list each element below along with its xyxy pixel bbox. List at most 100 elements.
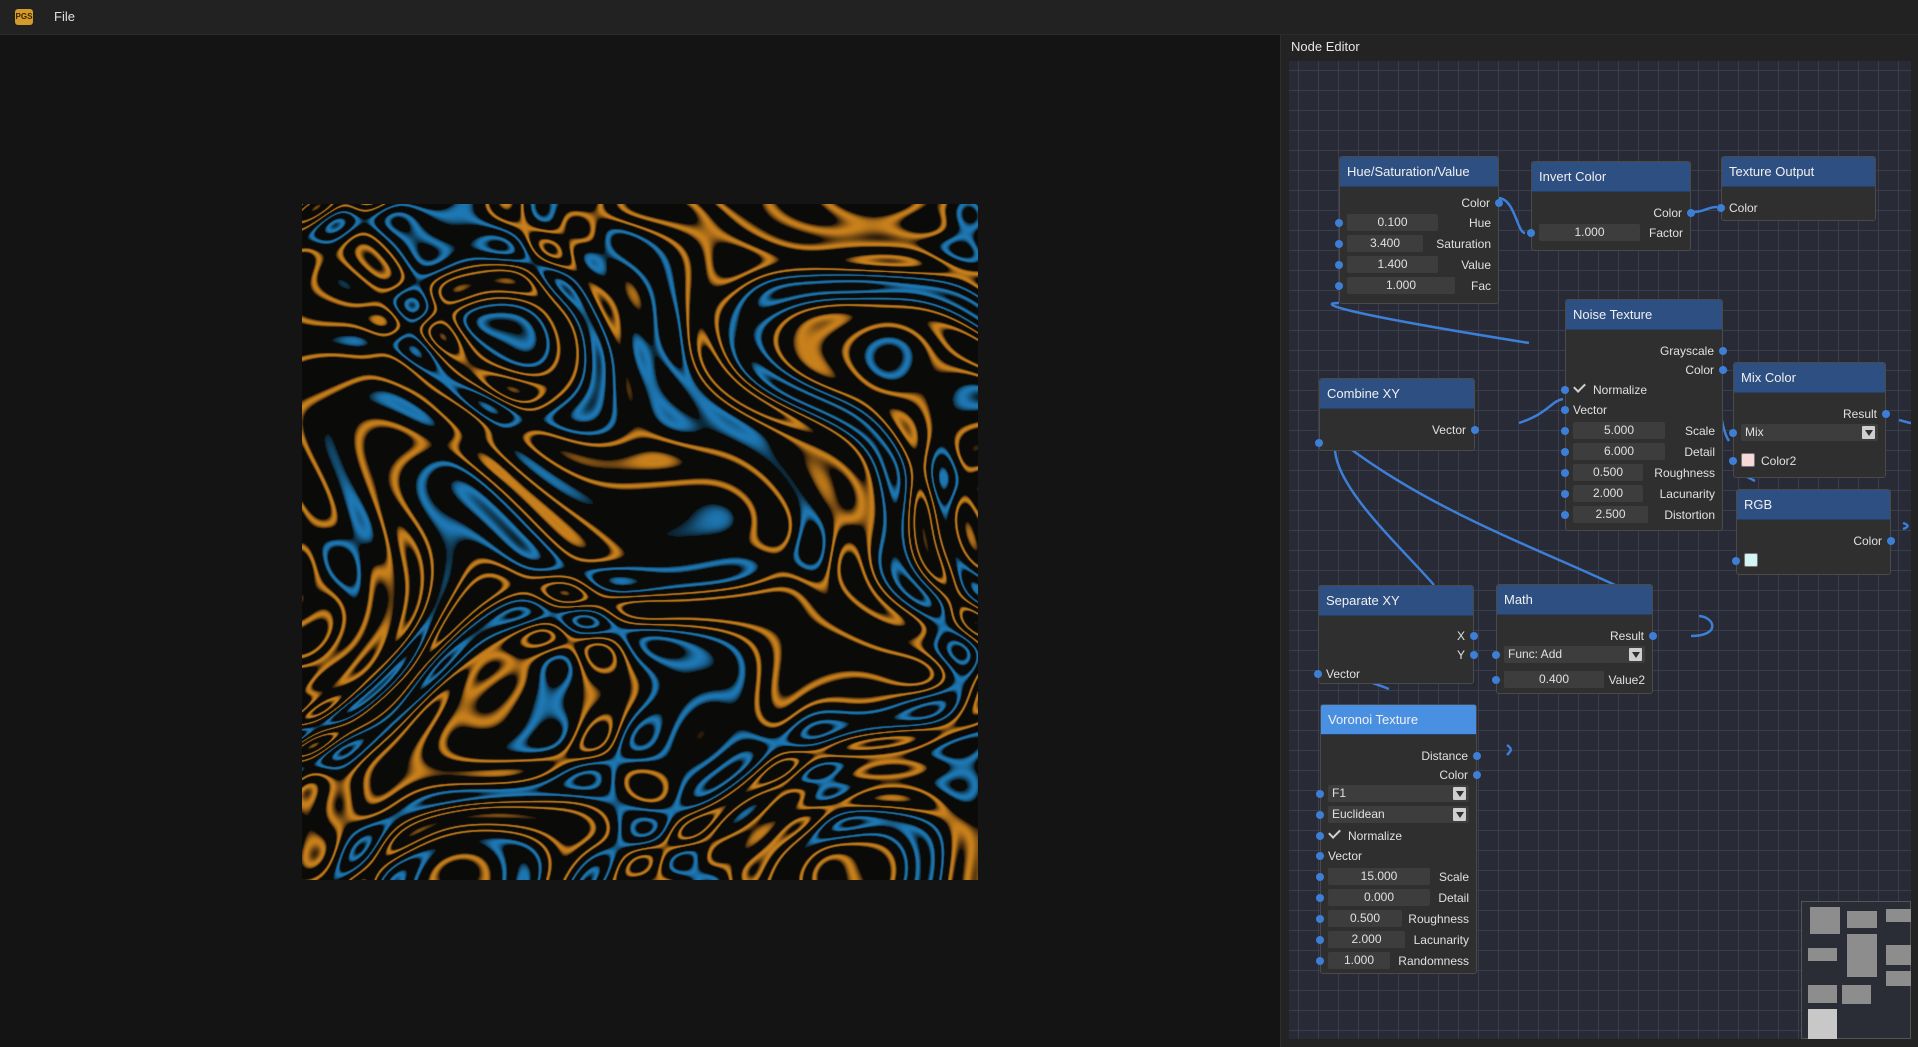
socket-in-output-color[interactable] xyxy=(1717,204,1725,212)
socket-in-voronoi-normalize[interactable] xyxy=(1316,832,1324,840)
socket-out-noise-grayscale[interactable] xyxy=(1719,347,1727,355)
voronoi-feature-dropdown[interactable]: F1 xyxy=(1328,785,1469,802)
normalize-check-icon[interactable] xyxy=(1328,826,1341,839)
noise-roughness-field[interactable]: 0.500 xyxy=(1573,464,1643,481)
socket-in-math-value1[interactable] xyxy=(1492,651,1500,659)
hsv-saturation-field[interactable]: 3.400 xyxy=(1347,235,1423,252)
node-voronoi-texture[interactable]: Voronoi Texture Distance Color F1 Euclid… xyxy=(1316,704,1481,974)
socket-in-voronoi-lacunarity[interactable] xyxy=(1316,936,1324,944)
rgb-color-swatch[interactable] xyxy=(1744,553,1758,567)
socket-in-hsv-hue[interactable] xyxy=(1335,219,1343,227)
socket-in-hsv-fac[interactable] xyxy=(1335,282,1343,290)
node-invert-title[interactable]: Invert Color xyxy=(1532,162,1690,192)
math-func-dropdown[interactable]: Func: Add xyxy=(1504,646,1645,663)
socket-in-mix-factor[interactable] xyxy=(1729,429,1737,437)
socket-in-hsv-saturation[interactable] xyxy=(1335,240,1343,248)
hsv-value-field[interactable]: 1.400 xyxy=(1347,256,1438,273)
voronoi-roughness-field[interactable]: 0.500 xyxy=(1328,910,1402,927)
hsv-hue-field[interactable]: 0.100 xyxy=(1347,214,1438,231)
chevron-down-icon[interactable] xyxy=(1453,808,1466,821)
node-mix-title[interactable]: Mix Color xyxy=(1734,363,1885,393)
node-separate-xy[interactable]: Separate XY X Y Vector xyxy=(1314,585,1478,684)
socket-in-hsv-value[interactable] xyxy=(1335,261,1343,269)
socket-in-noise-detail[interactable] xyxy=(1561,448,1569,456)
socket-in-noise-vector[interactable] xyxy=(1561,406,1569,414)
node-separate-title[interactable]: Separate XY xyxy=(1319,586,1473,616)
node-output-title[interactable]: Texture Output xyxy=(1722,157,1875,187)
voronoi-randomness-field[interactable]: 1.000 xyxy=(1328,952,1390,969)
invert-factor-field[interactable]: 1.000 xyxy=(1539,224,1640,241)
noise-distortion-field[interactable]: 2.500 xyxy=(1573,506,1648,523)
socket-out-noise-color[interactable] xyxy=(1719,366,1727,374)
socket-in-voronoi-feature[interactable] xyxy=(1316,790,1324,798)
socket-out-separate-y[interactable] xyxy=(1470,651,1478,659)
socket-in-mix-color2[interactable] xyxy=(1729,457,1737,465)
separate-out-y: Y xyxy=(1456,648,1465,662)
node-hsv[interactable]: Hue/Saturation/Value Color 0.100 Hue 3.40… xyxy=(1335,156,1503,304)
socket-out-voronoi-distance[interactable] xyxy=(1473,752,1481,760)
noise-lacunarity-field[interactable]: 2.000 xyxy=(1573,485,1643,502)
chevron-down-icon[interactable] xyxy=(1629,648,1642,661)
socket-in-voronoi-detail[interactable] xyxy=(1316,894,1324,902)
node-canvas[interactable]: Hue/Saturation/Value Color 0.100 Hue 3.40… xyxy=(1289,61,1911,1039)
minimap-viewport[interactable] xyxy=(1808,1009,1837,1039)
node-rgb[interactable]: RGB Color xyxy=(1732,489,1895,575)
socket-out-math-result[interactable] xyxy=(1649,632,1657,640)
socket-in-voronoi-roughness[interactable] xyxy=(1316,915,1324,923)
voronoi-lacunarity-field[interactable]: 2.000 xyxy=(1328,931,1405,948)
socket-in-voronoi-vector[interactable] xyxy=(1316,852,1324,860)
node-combine-title[interactable]: Combine XY xyxy=(1320,379,1474,409)
socket-out-rgb-color[interactable] xyxy=(1887,537,1895,545)
socket-in-noise-roughness[interactable] xyxy=(1561,469,1569,477)
socket-in-noise-distortion[interactable] xyxy=(1561,511,1569,519)
node-minimap[interactable] xyxy=(1801,901,1911,1039)
node-noise-texture[interactable]: Noise Texture Grayscale Color Normalize … xyxy=(1561,299,1727,531)
socket-in-math-value2[interactable] xyxy=(1492,676,1500,684)
mix-mode-dropdown[interactable]: Mix xyxy=(1741,424,1878,441)
normalize-check-icon[interactable] xyxy=(1573,380,1586,393)
node-math[interactable]: Math Result Func: Add 0.400 Value2 xyxy=(1492,584,1657,694)
socket-in-combine[interactable] xyxy=(1315,439,1323,447)
socket-in-voronoi-metric[interactable] xyxy=(1316,811,1324,819)
node-invert-color[interactable]: Invert Color Color 1.000 Factor xyxy=(1527,161,1695,251)
socket-out-separate-x[interactable] xyxy=(1470,632,1478,640)
voronoi-out-color: Color xyxy=(1439,768,1468,782)
hsv-fac-field[interactable]: 1.000 xyxy=(1347,277,1455,294)
texture-viewport[interactable] xyxy=(0,35,1278,1047)
node-voronoi-title[interactable]: Voronoi Texture xyxy=(1321,705,1476,735)
voronoi-detail-label: Detail xyxy=(1438,891,1469,905)
voronoi-metric-dropdown[interactable]: Euclidean xyxy=(1328,806,1469,823)
socket-in-noise-normalize[interactable] xyxy=(1561,386,1569,394)
invert-out-color: Color xyxy=(1653,206,1682,220)
math-value2-field[interactable]: 0.400 xyxy=(1504,671,1604,688)
mix-color2-swatch[interactable] xyxy=(1741,453,1755,467)
chevron-down-icon[interactable] xyxy=(1862,426,1875,439)
socket-in-voronoi-scale[interactable] xyxy=(1316,873,1324,881)
node-hsv-title[interactable]: Hue/Saturation/Value xyxy=(1340,157,1498,187)
socket-out-combine-vector[interactable] xyxy=(1471,426,1479,434)
node-noise-title[interactable]: Noise Texture xyxy=(1566,300,1722,330)
socket-in-noise-lacunarity[interactable] xyxy=(1561,490,1569,498)
math-value2-label: Value2 xyxy=(1608,673,1645,687)
socket-in-separate-vector[interactable] xyxy=(1314,670,1322,678)
minimap-node xyxy=(1886,909,1911,922)
socket-in-rgb[interactable] xyxy=(1732,557,1740,565)
socket-out-invert-color[interactable] xyxy=(1687,209,1695,217)
node-combine-xy[interactable]: Combine XY Vector xyxy=(1315,378,1479,451)
node-texture-output[interactable]: Texture Output Color xyxy=(1717,156,1876,221)
socket-in-invert-color[interactable] xyxy=(1527,229,1535,237)
socket-out-voronoi-color[interactable] xyxy=(1473,771,1481,779)
socket-in-voronoi-randomness[interactable] xyxy=(1316,957,1324,965)
menu-file[interactable]: File xyxy=(54,9,75,24)
node-math-title[interactable]: Math xyxy=(1497,585,1652,615)
node-rgb-title[interactable]: RGB xyxy=(1737,490,1890,520)
noise-detail-field[interactable]: 6.000 xyxy=(1573,443,1665,460)
noise-scale-field[interactable]: 5.000 xyxy=(1573,422,1665,439)
chevron-down-icon[interactable] xyxy=(1453,787,1466,800)
socket-in-noise-scale[interactable] xyxy=(1561,427,1569,435)
voronoi-detail-field[interactable]: 0.000 xyxy=(1328,889,1430,906)
socket-out-mix-result[interactable] xyxy=(1882,410,1890,418)
socket-out-hsv-color[interactable] xyxy=(1495,199,1503,207)
voronoi-scale-field[interactable]: 15.000 xyxy=(1328,868,1430,885)
node-mix-color[interactable]: Mix Color Result Mix Color2 xyxy=(1729,362,1890,478)
